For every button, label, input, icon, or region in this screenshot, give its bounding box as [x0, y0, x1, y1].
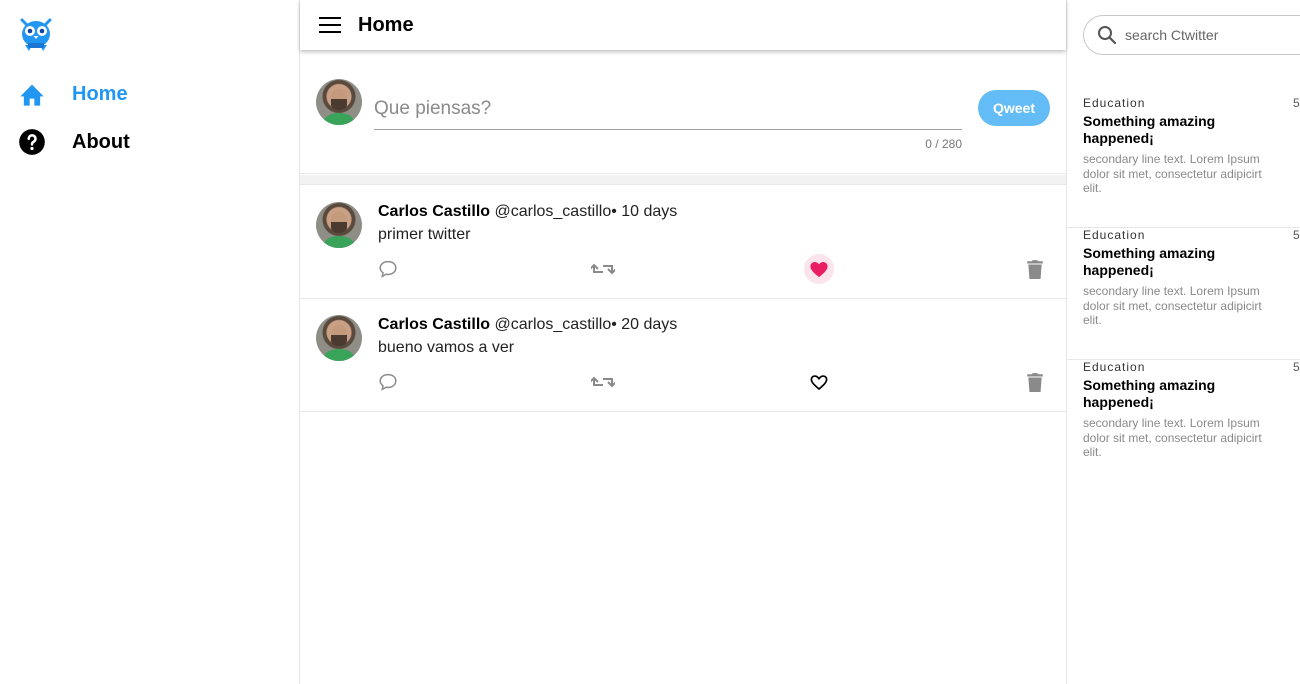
home-icon — [18, 80, 46, 108]
owl-logo-icon[interactable] — [16, 14, 56, 54]
tweet-author-name[interactable]: Carlos Castillo — [378, 316, 490, 333]
top-bar: Home — [300, 0, 1066, 50]
retweet-icon[interactable] — [588, 254, 618, 284]
avatar — [316, 79, 362, 125]
search-input[interactable] — [1125, 27, 1300, 43]
right-sidebar: Education 5 Something amazing happened¡ … — [1066, 0, 1300, 684]
tweet-actions — [300, 254, 1066, 284]
tweet-text: bueno vamos a ver — [378, 339, 515, 356]
left-sidebar: Home About — [0, 0, 300, 684]
tweet-time: • 20 days — [611, 316, 678, 333]
menu-icon[interactable] — [319, 17, 341, 33]
tweet-item: Carlos Castillo @carlos_castillo• 10 day… — [300, 186, 1066, 299]
nav-item-about[interactable]: About — [18, 124, 130, 160]
search-icon — [1097, 25, 1117, 45]
trend-count: 5 — [1293, 96, 1300, 110]
trend-title: Something amazing happened¡ — [1083, 113, 1216, 146]
feed-divider — [300, 175, 1066, 185]
comment-icon[interactable] — [373, 367, 403, 397]
tweet-item: Carlos Castillo @carlos_castillo• 20 day… — [300, 299, 1066, 412]
search-box[interactable] — [1083, 15, 1300, 55]
qweet-button[interactable]: Qweet — [978, 90, 1050, 126]
help-circle-icon — [18, 128, 46, 156]
trend-item[interactable]: Education 5 Something amazing happened¡ … — [1067, 360, 1300, 492]
trend-category: Education — [1083, 96, 1146, 110]
tweet-header: Carlos Castillo @carlos_castillo• 20 day… — [378, 316, 677, 334]
nav-label-about: About — [72, 130, 130, 153]
tweet-composer: 0 / 280 Qweet — [300, 50, 1066, 174]
trend-title: Something amazing happened¡ — [1083, 377, 1216, 410]
trend-description: secondary line text. Lorem Ipsum dolor s… — [1083, 152, 1262, 195]
avatar — [316, 202, 362, 248]
trend-item[interactable]: Education 5 Something amazing happened¡ … — [1067, 228, 1300, 360]
avatar — [316, 315, 362, 361]
trend-category: Education — [1083, 228, 1146, 242]
trend-category: Education — [1083, 360, 1146, 374]
nav-item-home[interactable]: Home — [18, 76, 128, 112]
tweet-time: • 10 days — [611, 203, 678, 220]
char-counter: 0 / 280 — [925, 137, 962, 151]
tweet-author-handle: @carlos_castillo — [494, 316, 612, 333]
trend-item[interactable]: Education 5 Something amazing happened¡ … — [1067, 96, 1300, 228]
app: Home About Home 0 / 280 Qweet — [0, 0, 1300, 684]
trend-count: 5 — [1293, 360, 1300, 374]
trend-description: secondary line text. Lorem Ipsum dolor s… — [1083, 416, 1262, 459]
tweet-header: Carlos Castillo @carlos_castillo• 10 day… — [378, 203, 677, 221]
trash-icon[interactable] — [1020, 254, 1050, 284]
compose-input[interactable] — [374, 88, 962, 130]
heart-outline-icon[interactable] — [804, 367, 834, 397]
main-feed: Home 0 / 280 Qweet Carlos Castillo @carl… — [300, 0, 1066, 684]
nav-label-home: Home — [72, 82, 128, 105]
trash-icon[interactable] — [1020, 367, 1050, 397]
heart-filled-icon[interactable] — [804, 254, 834, 284]
tweet-author-name[interactable]: Carlos Castillo — [378, 203, 490, 220]
comment-icon[interactable] — [373, 254, 403, 284]
tweet-author-handle: @carlos_castillo — [494, 203, 612, 220]
tweet-actions — [300, 367, 1066, 397]
tweet-text: primer twitter — [378, 226, 471, 243]
retweet-icon[interactable] — [588, 367, 618, 397]
page-title: Home — [358, 13, 414, 36]
trend-description: secondary line text. Lorem Ipsum dolor s… — [1083, 284, 1262, 327]
trend-title: Something amazing happened¡ — [1083, 245, 1216, 278]
trend-count: 5 — [1293, 228, 1300, 242]
